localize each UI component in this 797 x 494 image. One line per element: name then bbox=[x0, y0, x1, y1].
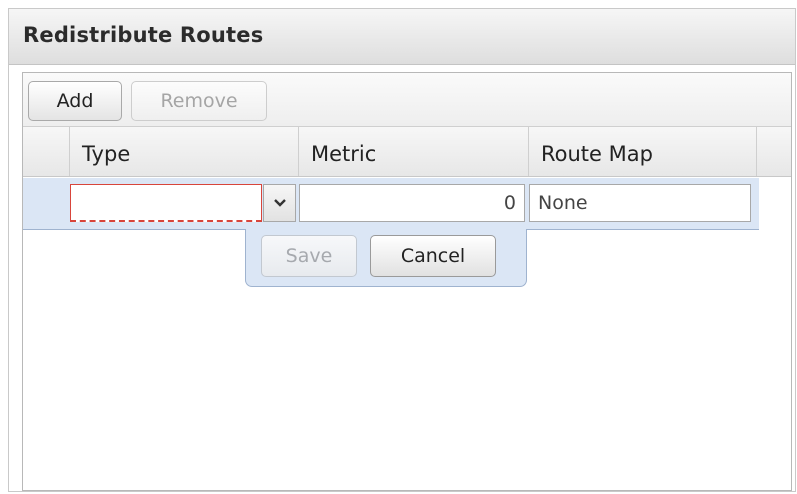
column-header-spacer bbox=[757, 127, 791, 176]
route-map-input[interactable]: None bbox=[529, 184, 751, 222]
column-header-metric[interactable]: Metric bbox=[299, 127, 529, 176]
row-editor: 0 None bbox=[23, 178, 759, 230]
row-editor-buttons: Save Cancel bbox=[245, 229, 527, 287]
redistribute-routes-panel: Redistribute Routes Add Remove Type Metr… bbox=[8, 8, 796, 492]
grid-toolbar: Add Remove bbox=[23, 73, 791, 127]
row-selector-header bbox=[23, 127, 70, 176]
add-button[interactable]: Add bbox=[28, 81, 122, 121]
metric-input[interactable]: 0 bbox=[299, 184, 525, 222]
panel-header: Redistribute Routes bbox=[9, 9, 795, 65]
type-combo-input[interactable] bbox=[70, 184, 262, 222]
column-header-route-map[interactable]: Route Map bbox=[529, 127, 757, 176]
column-header-row: Type Metric Route Map bbox=[23, 127, 791, 177]
panel-title: Redistribute Routes bbox=[23, 23, 264, 47]
column-header-type[interactable]: Type bbox=[70, 127, 299, 176]
cancel-button[interactable]: Cancel bbox=[370, 235, 496, 277]
save-button[interactable]: Save bbox=[261, 235, 357, 277]
routes-grid: Add Remove Type Metric Route Map 0 None … bbox=[22, 72, 792, 491]
chevron-down-icon bbox=[273, 194, 286, 212]
remove-button[interactable]: Remove bbox=[131, 81, 267, 121]
type-dropdown-trigger[interactable] bbox=[263, 184, 296, 222]
